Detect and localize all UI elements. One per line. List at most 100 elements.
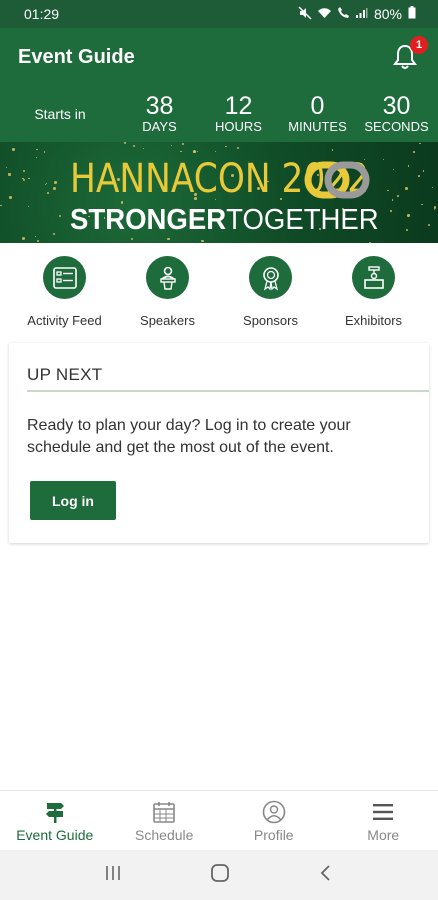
sparkle-dot bbox=[58, 215, 61, 218]
speaker-podium-icon bbox=[159, 266, 176, 290]
sparkle-dot bbox=[200, 239, 204, 243]
sparkle-dot bbox=[404, 187, 408, 191]
countdown-days: 38 DAYS bbox=[142, 92, 177, 134]
shortcut-sponsors[interactable]: Sponsors bbox=[219, 256, 322, 336]
sparkle-dot bbox=[133, 144, 136, 148]
recent-apps-button[interactable] bbox=[104, 864, 122, 887]
nav-more[interactable]: More bbox=[329, 791, 438, 850]
page-title: Event Guide bbox=[18, 45, 135, 68]
wifi-icon bbox=[317, 6, 332, 22]
sparkle-dot bbox=[407, 214, 410, 217]
sparkle-dot bbox=[8, 173, 11, 176]
calendar-icon bbox=[153, 802, 176, 823]
sparkle-dot bbox=[12, 148, 15, 151]
shortcut-activity-feed[interactable]: Activity Feed bbox=[13, 256, 116, 336]
sparkle-dot bbox=[52, 186, 56, 190]
sparkle-dot bbox=[44, 183, 47, 186]
sparkle-dot bbox=[34, 235, 37, 238]
sparkle-dot bbox=[46, 192, 49, 194]
sparkle-dot bbox=[9, 196, 12, 199]
sparkle-dot bbox=[387, 189, 389, 191]
sparkle-dot bbox=[36, 239, 40, 243]
sparkle-dot bbox=[28, 177, 30, 180]
sparkle-dot bbox=[22, 179, 25, 182]
recent-apps-icon bbox=[106, 865, 120, 880]
sparkle-dot bbox=[181, 142, 185, 146]
home-icon bbox=[211, 863, 229, 882]
battery-level: 80% bbox=[373, 6, 402, 22]
shortcut-exhibitors[interactable]: Exhibitors bbox=[322, 256, 425, 336]
sparkle-dot bbox=[215, 151, 217, 153]
countdown-minutes: 0 MINUTES bbox=[288, 92, 347, 134]
event-countdown: Starts in 38 DAYS 12 HOURS 0 MINUTES 30 … bbox=[0, 86, 438, 142]
sparkle-dot bbox=[35, 156, 38, 158]
sparkle-dot bbox=[422, 169, 425, 172]
linked-rings-logo bbox=[304, 161, 370, 199]
sparkle-dot bbox=[368, 242, 372, 243]
sparkle-dot bbox=[0, 205, 2, 207]
sparkle-dot bbox=[197, 151, 199, 153]
nav-event-guide[interactable]: Event Guide bbox=[0, 791, 110, 850]
sparkle-dot bbox=[390, 209, 392, 212]
status-time: 01:29 bbox=[24, 6, 60, 22]
sparkle-dot bbox=[130, 237, 134, 241]
sparkle-dot bbox=[142, 147, 145, 150]
sparkle-dot bbox=[167, 237, 171, 241]
sparkle-dot bbox=[428, 224, 431, 227]
quick-links: Activity Feed Speakers Sponsors Exhibito… bbox=[0, 256, 438, 336]
hamburger-icon bbox=[373, 804, 394, 820]
up-next-title: UP NEXT bbox=[27, 365, 103, 384]
sparkle-dot bbox=[54, 181, 57, 185]
award-ribbon-icon bbox=[262, 266, 279, 290]
exhibitor-booth-icon bbox=[363, 265, 384, 289]
notifications-button[interactable]: 1 bbox=[390, 36, 428, 72]
sparkle-dot bbox=[413, 151, 415, 153]
nav-schedule[interactable]: Schedule bbox=[110, 791, 220, 850]
sparkle-dot bbox=[418, 174, 421, 177]
sparkle-dot bbox=[236, 147, 239, 150]
list-icon bbox=[52, 266, 77, 289]
up-next-message: Ready to plan your day? Log in to create… bbox=[27, 417, 351, 456]
sparkle-dot bbox=[21, 236, 25, 240]
countdown-hours: 12 HOURS bbox=[215, 92, 262, 134]
sparkle-dot bbox=[421, 203, 423, 206]
status-bar: 01:29 80% bbox=[0, 0, 438, 28]
user-circle-icon bbox=[262, 800, 286, 824]
sparkle-dot bbox=[433, 208, 436, 210]
divider bbox=[27, 390, 429, 392]
sparkle-dot bbox=[43, 150, 46, 153]
sparkle-dot bbox=[418, 142, 421, 145]
up-next-card: UP NEXT Ready to plan your day? Log in t… bbox=[9, 343, 429, 543]
home-button[interactable] bbox=[210, 863, 230, 888]
sparkle-dot bbox=[36, 148, 38, 151]
countdown-seconds: 30 SECONDS bbox=[364, 92, 429, 134]
signpost-icon bbox=[45, 803, 64, 823]
sparkle-dot bbox=[193, 150, 197, 154]
nav-profile[interactable]: Profile bbox=[219, 791, 329, 850]
back-button[interactable] bbox=[318, 863, 334, 888]
login-button[interactable]: Log in bbox=[30, 481, 116, 520]
sparkle-dot bbox=[52, 232, 55, 236]
sparkle-dot bbox=[396, 195, 399, 198]
shortcut-speakers[interactable]: Speakers bbox=[116, 256, 219, 336]
sparkle-dot bbox=[392, 168, 394, 170]
sparkle-dot bbox=[431, 187, 434, 189]
sparkle-dot bbox=[225, 145, 228, 148]
sparkle-dot bbox=[124, 142, 127, 144]
system-navigation-bar bbox=[0, 850, 438, 900]
call-icon bbox=[337, 6, 350, 22]
sparkle-dot bbox=[391, 199, 393, 201]
notification-badge: 1 bbox=[410, 36, 428, 54]
sparkle-dot bbox=[180, 150, 182, 153]
banner-tagline: STRONGERTOGETHER bbox=[70, 204, 379, 236]
event-banner: HANNACON 2022 STRONGERTOGETHER bbox=[0, 142, 438, 243]
sparkle-dot bbox=[5, 166, 8, 168]
sparkle-dot bbox=[22, 170, 25, 173]
sparkle-dot bbox=[27, 205, 30, 208]
mute-icon bbox=[298, 5, 312, 23]
sparkle-dot bbox=[382, 158, 384, 160]
sparkle-dot bbox=[407, 165, 410, 167]
signal-icon bbox=[355, 6, 368, 22]
sparkle-dot bbox=[45, 182, 48, 185]
back-chevron-icon bbox=[320, 864, 330, 881]
